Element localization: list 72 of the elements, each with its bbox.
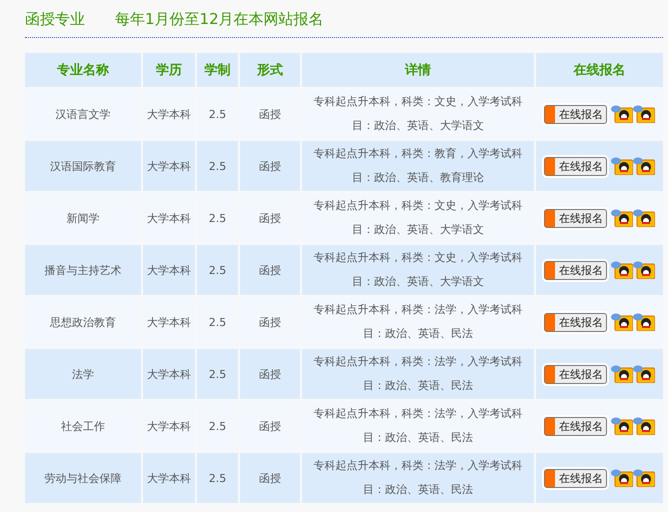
table-cell: 2.5 xyxy=(197,453,238,503)
table-cell: 播音与主持艺术 xyxy=(25,245,141,295)
register-button[interactable]: 在线报名 xyxy=(544,208,607,228)
chat-icon[interactable] xyxy=(633,157,655,175)
table-cell: 函授 xyxy=(240,349,300,399)
details-cell: 专科起点升本科，科类：法学，入学考试科目：政治、英语、民法 xyxy=(302,401,534,451)
table-cell: 函授 xyxy=(240,453,300,503)
chat-icon[interactable] xyxy=(611,261,633,279)
chat-icon[interactable] xyxy=(633,261,655,279)
details-cell: 专科起点升本科，科类：文史，入学考试科目：政治、英语、大学语文 xyxy=(302,193,534,243)
table-cell: 函授 xyxy=(240,193,300,243)
section-title: 函授专业 xyxy=(25,10,85,29)
table-cell: 2.5 xyxy=(197,141,238,191)
chat-icon[interactable] xyxy=(633,209,655,227)
table-cell: 汉语国际教育 xyxy=(25,141,141,191)
table-cell: 大学本科 xyxy=(143,297,195,347)
register-button[interactable]: 在线报名 xyxy=(544,260,607,280)
register-button[interactable]: 在线报名 xyxy=(544,416,607,436)
register-button[interactable]: 在线报名 xyxy=(544,312,607,332)
details-cell: 专科起点升本科，科类：法学，入学考试科目：政治、英语、民法 xyxy=(302,297,534,347)
table-cell: 劳动与社会保障 xyxy=(25,453,141,503)
chat-icon[interactable] xyxy=(611,417,633,435)
table-cell: 法学 xyxy=(25,349,141,399)
details-cell: 专科起点升本科，科类：文史，入学考试科目：政治、英语、大学语文 xyxy=(302,89,534,139)
table-cell: 大学本科 xyxy=(143,349,195,399)
chat-icon[interactable] xyxy=(633,365,655,383)
column-header: 学制 xyxy=(197,53,238,87)
table-cell: 社会工作 xyxy=(25,401,141,451)
table-cell: 新闻学 xyxy=(25,193,141,243)
table-cell: 2.5 xyxy=(197,245,238,295)
table-cell: 大学本科 xyxy=(143,401,195,451)
table-cell: 函授 xyxy=(240,297,300,347)
chat-icon[interactable] xyxy=(611,105,633,123)
table-cell: 2.5 xyxy=(197,193,238,243)
table-cell: 2.5 xyxy=(197,349,238,399)
register-button[interactable]: 在线报名 xyxy=(544,468,607,488)
table-cell: 大学本科 xyxy=(143,245,195,295)
registration-note: 每年1月份至12月在本网站报名 xyxy=(115,10,324,29)
table-cell: 2.5 xyxy=(197,401,238,451)
chat-icon[interactable] xyxy=(611,313,633,331)
chat-icon[interactable] xyxy=(633,105,655,123)
chat-icon[interactable] xyxy=(633,313,655,331)
table-cell: 大学本科 xyxy=(143,193,195,243)
chat-icon[interactable] xyxy=(611,365,633,383)
register-button[interactable]: 在线报名 xyxy=(544,104,607,124)
table-cell: 2.5 xyxy=(197,89,238,139)
table-cell: 大学本科 xyxy=(143,453,195,503)
chat-icon[interactable] xyxy=(633,417,655,435)
details-cell: 专科起点升本科，科类：法学，入学考试科目：政治、英语、民法 xyxy=(302,349,534,399)
table-cell: 2.5 xyxy=(197,297,238,347)
column-header: 在线报名 xyxy=(536,53,663,87)
chat-icon[interactable] xyxy=(611,209,633,227)
column-header: 形式 xyxy=(240,53,300,87)
table-cell: 汉语言文学 xyxy=(25,89,141,139)
table-cell: 函授 xyxy=(240,401,300,451)
table-cell: 函授 xyxy=(240,245,300,295)
table-cell: 函授 xyxy=(240,89,300,139)
register-button[interactable]: 在线报名 xyxy=(544,156,607,176)
chat-icon[interactable] xyxy=(611,157,633,175)
table-cell: 大学本科 xyxy=(143,89,195,139)
details-cell: 专科起点升本科，科类：教育，入学考试科目：政治、英语、教育理论 xyxy=(302,141,534,191)
table-cell: 思想政治教育 xyxy=(25,297,141,347)
register-button[interactable]: 在线报名 xyxy=(544,364,607,384)
column-header: 学历 xyxy=(143,53,195,87)
chat-icon[interactable] xyxy=(633,469,655,487)
chat-icon[interactable] xyxy=(611,469,633,487)
details-cell: 专科起点升本科，科类：法学，入学考试科目：政治、英语、民法 xyxy=(302,453,534,503)
table-cell: 大学本科 xyxy=(143,141,195,191)
column-header: 详情 xyxy=(302,53,534,87)
details-cell: 专科起点升本科，科类：文史，入学考试科目：政治、英语、大学语文 xyxy=(302,245,534,295)
column-header: 专业名称 xyxy=(25,53,141,87)
table-cell: 函授 xyxy=(240,141,300,191)
